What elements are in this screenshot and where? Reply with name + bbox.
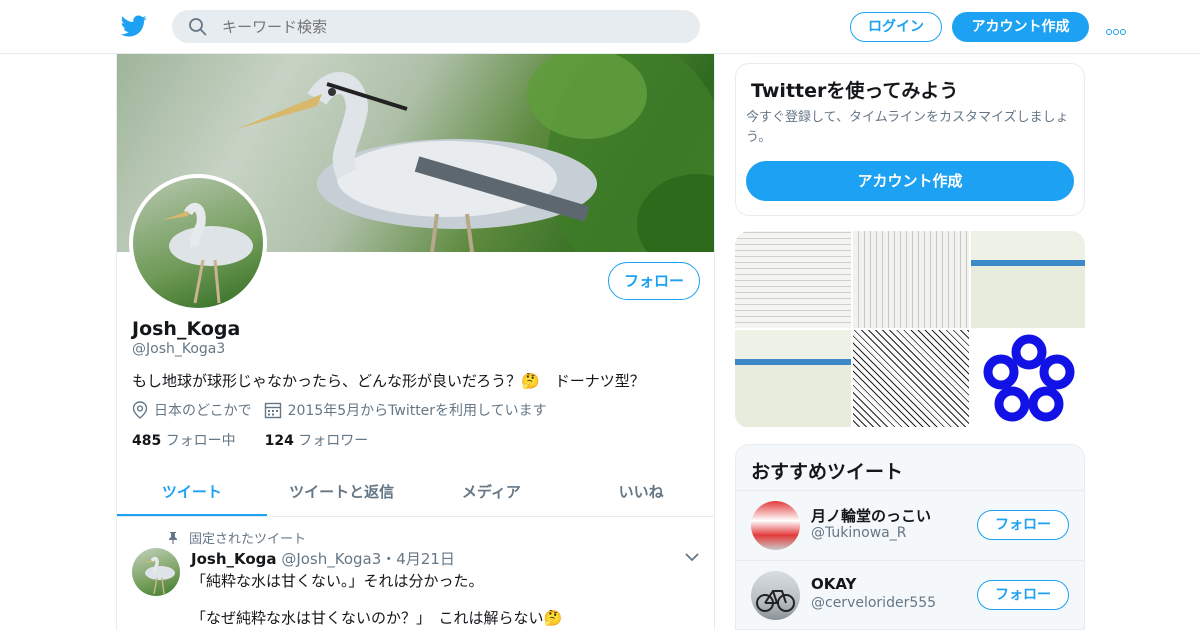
media-thumbnail[interactable] xyxy=(971,330,1085,427)
pin-icon xyxy=(169,531,177,544)
more-options-icon[interactable] xyxy=(1106,20,1132,35)
tweet-separator: ・ xyxy=(381,550,397,568)
follow-button[interactable]: フォロー xyxy=(608,262,700,300)
recommended-account-row[interactable]: 月ノ輪堂のっこい @Tukinowa_R フォロー xyxy=(736,490,1084,560)
tab-likes[interactable]: いいね xyxy=(566,468,714,516)
media-thumbnail-grid xyxy=(735,231,1085,428)
following-stat[interactable]: 485 フォロー中 xyxy=(132,433,236,449)
signup-button[interactable]: アカウント作成 xyxy=(952,12,1089,42)
signup-card-title: Twitterを使ってみよう xyxy=(751,80,959,102)
media-thumbnail[interactable] xyxy=(853,330,969,427)
tweet-avatar[interactable] xyxy=(132,548,180,596)
tweet-header: Josh_Koga @Josh_Koga3・4月21日 xyxy=(191,548,455,569)
tab-tweets-and-replies[interactable]: ツイートと返信 xyxy=(267,468,417,516)
bicycle-avatar-illustration xyxy=(756,590,795,612)
media-thumbnail[interactable] xyxy=(735,231,851,328)
search-icon xyxy=(189,18,207,36)
recommended-account-row[interactable]: OKAY @cervelorider555 フォロー xyxy=(736,560,1084,629)
profile-handle[interactable]: @Josh_Koga3 xyxy=(132,341,225,357)
twitter-bird-icon[interactable] xyxy=(120,13,148,39)
recommended-name[interactable]: 月ノ輪堂のっこい xyxy=(811,505,931,526)
media-thumbnail[interactable] xyxy=(971,231,1085,328)
recommended-name[interactable]: OKAY xyxy=(811,575,856,593)
profile-tabs: ツイート ツイートと返信 メディア いいね xyxy=(117,468,714,517)
followers-count: 124 xyxy=(264,433,294,449)
search-input[interactable] xyxy=(222,10,682,43)
profile-meta: 日本のどこかで 2015年5月からTwitterを利用しています xyxy=(132,400,547,420)
followers-label: フォロワー xyxy=(298,433,369,449)
pinned-tweet-label: 固定されたツイート xyxy=(167,528,306,547)
heron-avatar-illustration xyxy=(163,202,253,304)
recommended-avatar[interactable] xyxy=(751,571,800,620)
calendar-icon xyxy=(264,402,281,419)
profile-column: フォロー Josh_Koga @Josh_Koga3 もし地球が球形じゃなかった… xyxy=(116,54,715,630)
media-thumbnail[interactable] xyxy=(853,231,969,328)
recommended-avatar[interactable] xyxy=(751,501,800,550)
media-thumbnail[interactable] xyxy=(735,330,851,427)
profile-bio: もし地球が球形じゃなかったら、どんな形が良いだろう？🤔 ドーナツ型？ xyxy=(132,372,645,390)
recommended-follow-button[interactable]: フォロー xyxy=(977,510,1069,540)
followers-stat[interactable]: 124 フォロワー xyxy=(265,433,369,449)
following-label: フォロー中 xyxy=(165,433,236,449)
tweet-author-handle[interactable]: @Josh_Koga3 xyxy=(281,550,381,568)
recommended-follow-button[interactable]: フォロー xyxy=(977,580,1069,610)
profile-avatar[interactable] xyxy=(129,174,267,312)
top-navigation-bar: ログイン アカウント作成 xyxy=(0,0,1200,54)
profile-stats: 485 フォロー中 124 フォロワー xyxy=(132,430,368,450)
recommended-handle[interactable]: @cervelorider555 xyxy=(811,595,936,611)
heron-tweet-avatar-illustration xyxy=(143,556,175,595)
tweet-date[interactable]: 4月21日 xyxy=(396,550,455,568)
tweet-author-name[interactable]: Josh_Koga xyxy=(191,550,277,568)
search-box[interactable] xyxy=(172,10,700,43)
tweet-text-line-2: 「なぜ純粋な水は甘くないのか？」 これは解らない🤔 xyxy=(191,609,563,627)
pinned-label-text: 固定されたツイート xyxy=(189,532,307,547)
signup-card-button[interactable]: アカウント作成 xyxy=(746,161,1074,201)
tweet-text-line-1: 「純粋な水は甘くない。」それは分かった。 xyxy=(191,572,484,590)
tab-tweets[interactable]: ツイート xyxy=(117,468,267,516)
recommended-handle[interactable]: @Tukinowa_R xyxy=(811,525,907,541)
login-button[interactable]: ログイン xyxy=(850,12,942,42)
following-count: 485 xyxy=(132,433,162,449)
blue-flower-emblem-illustration xyxy=(983,334,1075,422)
profile-display-name[interactable]: Josh_Koga xyxy=(132,318,240,340)
chevron-down-icon[interactable] xyxy=(685,552,699,562)
signup-promo-card: Twitterを使ってみよう 今すぐ登録して、タイムラインをカスタマイズしましょ… xyxy=(735,63,1085,216)
location-pin-icon xyxy=(132,401,148,419)
profile-joined-date: 2015年5月からTwitterを利用しています xyxy=(287,403,547,419)
profile-location: 日本のどこかで xyxy=(154,403,252,419)
signup-card-subtitle: 今すぐ登録して、タイムラインをカスタマイズしましょう。 xyxy=(746,110,1069,145)
recommended-accounts-card: おすすめツイート 月ノ輪堂のっこい @Tukinowa_R フォロー OKAY … xyxy=(735,444,1085,630)
recommended-title: おすすめツイート xyxy=(751,461,904,483)
tab-media[interactable]: メディア xyxy=(417,468,567,516)
